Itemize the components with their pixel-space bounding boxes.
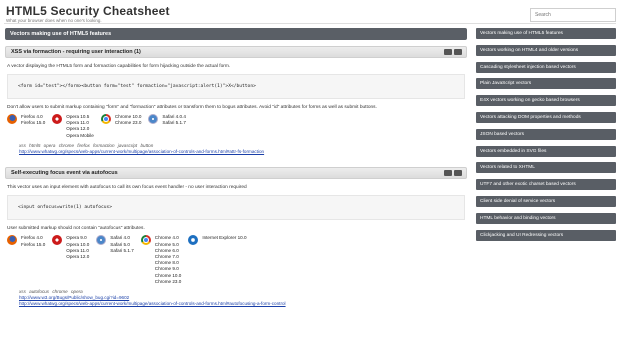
vector-controls	[444, 49, 462, 55]
browser-support: Firefox 4.0 Firefox 15.0 Opera 10.5 Oper…	[7, 114, 467, 139]
browser-versions: Opera 9.0 Opera 10.0 Opera 11.0 Opera 12…	[66, 235, 89, 260]
browser-versions: Chrome 10.0 Chrome 23.0	[115, 114, 142, 126]
site-header: HTML5 Security Cheatsheet What your brow…	[6, 4, 170, 23]
browser-versions: Internet Explorer 10.0	[202, 235, 246, 241]
sidebar-item-clickjacking[interactable]: Clickjacking and UI Redressing vectors	[476, 229, 616, 241]
vector-controls	[444, 170, 462, 177]
header-divider	[4, 23, 616, 24]
permalink-icon[interactable]	[444, 49, 452, 55]
vector-entry: Self-executing focus event via autofocus…	[5, 167, 467, 308]
vector-description: This vector uses an input element with a…	[7, 185, 247, 191]
vector-title-bar[interactable]: Self-executing focus event via autofocus	[5, 167, 467, 180]
toggle-icon[interactable]	[454, 170, 462, 177]
sidebar-item-javascript[interactable]: Plain JavaScript vectors	[476, 78, 616, 90]
version: Internet Explorer 10.0	[202, 235, 247, 241]
browser-versions: Safari 4.0 Safari 5.0 Safari 5.1.7	[110, 235, 134, 254]
sidebar-item-html5[interactable]: Vectors making use of HTML5 features	[476, 28, 616, 39]
site-title[interactable]: HTML5 Security Cheatsheet	[6, 4, 170, 18]
vector-entry: XSS via formaction - requiring user inte…	[5, 46, 467, 155]
section-banner: Vectors making use of HTML5 features	[5, 28, 467, 40]
vector-tags[interactable]: xss html5 opera chrome firefox formactio…	[19, 143, 467, 148]
safari-icon	[96, 235, 107, 246]
vector-links: http://www.w3.org/Bugs/Public/show_bug.c…	[19, 295, 467, 308]
browser-firefox: Firefox 4.0 Firefox 15.0	[7, 235, 45, 285]
sidebar-item-utf7[interactable]: UTF7 and other exotic charset based vect…	[476, 179, 616, 191]
sidebar-item-behavior[interactable]: HTML behavior and binding vectors	[476, 212, 616, 224]
search-input[interactable]	[530, 8, 616, 22]
version: Opera 12.0	[66, 253, 90, 259]
browser-versions: Chrome 4.0 Chrome 5.0 Chrome 6.0 Chrome …	[155, 235, 182, 285]
sidebar-item-e4x[interactable]: E4X vectors working on gecko based brows…	[476, 95, 616, 107]
browser-support: Firefox 4.0 Firefox 15.0 Opera 9.0 Opera…	[7, 235, 467, 285]
sidebar-item-html4[interactable]: Vectors working on HTML4 and older versi…	[476, 44, 616, 56]
browser-safari: Safari 4.0 Safari 5.0 Safari 5.1.7	[96, 235, 134, 285]
version: Chrome 6.0	[154, 247, 179, 253]
ie-icon	[188, 235, 199, 246]
vector-description: A vector displaying the HTML5 form and f…	[7, 64, 231, 69]
version: Chrome 9.0	[154, 266, 179, 272]
sidebar-item-dom[interactable]: Vectors attacking DOM properties and met…	[476, 111, 616, 123]
sidebar-nav: Vectors making use of HTML5 features Vec…	[476, 28, 616, 246]
sidebar-item-svg[interactable]: Vectors embedded in SVG files	[476, 145, 616, 157]
browser-opera: Opera 9.0 Opera 10.0 Opera 11.0 Opera 12…	[52, 235, 89, 285]
version: Chrome 23.0	[114, 120, 142, 126]
version: Chrome 5.0	[154, 241, 179, 247]
sidebar-item-xhtml[interactable]: Vectors related to XHTML	[476, 162, 616, 174]
safari-icon	[148, 114, 159, 124]
browser-versions: Firefox 4.0 Firefox 15.0	[21, 114, 45, 126]
chrome-icon	[100, 114, 111, 124]
permalink-icon[interactable]	[444, 170, 452, 177]
opera-icon	[52, 114, 63, 124]
toggle-icon[interactable]	[454, 49, 462, 55]
vector-title-bar[interactable]: XSS via formaction - requiring user inte…	[5, 46, 467, 58]
version: Opera 10.0	[66, 241, 90, 247]
browser-chrome: Chrome 10.0 Chrome 23.0	[100, 114, 142, 139]
main-content: Vectors making use of HTML5 features XSS…	[5, 28, 467, 308]
browser-safari: Safari 4.0.4 Safari 5.1.7	[148, 114, 186, 139]
browser-chrome: Chrome 4.0 Chrome 5.0 Chrome 6.0 Chrome …	[140, 235, 182, 285]
vector-title[interactable]: Self-executing focus event via autofocus	[11, 170, 118, 176]
vector-note: User submitted markup should not contain…	[7, 226, 145, 232]
reference-link[interactable]: http://www.whatwg.org/specs/web-apps/cur…	[19, 301, 467, 308]
code-sample[interactable]: <form id="test"></form><button form="tes…	[7, 74, 465, 99]
version: Chrome 23.0	[154, 278, 182, 284]
version: Safari 5.1.7	[162, 120, 186, 126]
vector-title[interactable]: XSS via formaction - requiring user inte…	[11, 49, 141, 55]
version: Firefox 15.0	[21, 241, 46, 247]
version: Chrome 4.0	[154, 235, 179, 241]
version: Firefox 4.0	[21, 235, 43, 241]
vector-note: Don't allow users to submit markup conta…	[7, 105, 377, 110]
version: Safari 5.1.7	[110, 247, 134, 253]
version: Opera 11.0	[66, 247, 89, 253]
chrome-icon	[140, 235, 151, 246]
version: Opera Mobile	[66, 132, 94, 138]
version: Chrome 10.0	[154, 272, 182, 278]
browser-firefox: Firefox 4.0 Firefox 15.0	[7, 114, 45, 139]
version: Firefox 15.0	[21, 120, 46, 126]
browser-versions: Firefox 4.0 Firefox 15.0	[21, 235, 45, 247]
firefox-icon	[7, 114, 17, 124]
sidebar-item-dos[interactable]: Client side denial of service vectors	[476, 195, 616, 207]
browser-versions: Opera 10.5 Opera 11.0 Opera 12.0 Opera M…	[66, 114, 94, 139]
browser-ie: Internet Explorer 10.0	[188, 235, 247, 285]
code-sample[interactable]: <input onfocus=write(1) autofocus>	[7, 195, 465, 221]
browser-opera: Opera 10.5 Opera 11.0 Opera 12.0 Opera M…	[52, 114, 94, 139]
version: Opera 9.0	[66, 235, 87, 241]
opera-icon	[52, 235, 63, 246]
browser-versions: Safari 4.0.4 Safari 5.1.7	[162, 114, 186, 126]
vector-links: http://www.whatwg.org/specs/web-apps/cur…	[19, 149, 467, 156]
sidebar-item-css[interactable]: Cascading stylesheet injection based vec…	[476, 61, 616, 73]
vector-tags[interactable]: xss autofocus chrome opera	[19, 289, 467, 294]
sidebar-item-json[interactable]: JSON based vectors	[476, 128, 616, 140]
firefox-icon	[7, 235, 17, 246]
reference-link[interactable]: http://www.whatwg.org/specs/web-apps/cur…	[19, 149, 467, 156]
